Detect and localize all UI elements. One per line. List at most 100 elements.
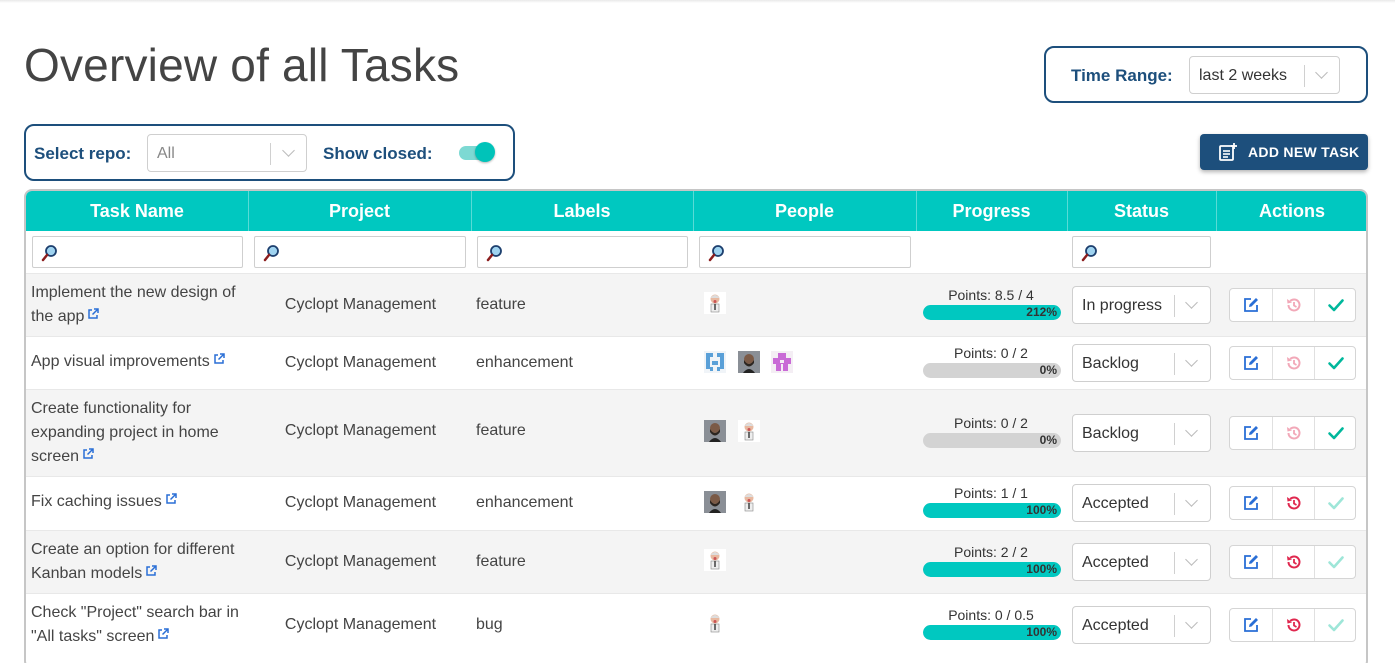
revert-task-button[interactable] <box>1272 417 1314 449</box>
accept-task-button[interactable] <box>1314 417 1356 449</box>
edit-icon <box>1244 496 1258 510</box>
progress-cell: Points: 0 / 2 0% <box>921 345 1061 381</box>
edit-task-button[interactable] <box>1230 289 1272 321</box>
check-icon <box>1328 497 1344 510</box>
actions-group <box>1229 416 1356 450</box>
status-select[interactable]: Accepted <box>1072 606 1211 644</box>
task-name[interactable]: Implement the new design of the app <box>31 284 236 325</box>
external-link-icon[interactable] <box>82 448 94 460</box>
progress-percent: 100% <box>1026 503 1057 517</box>
chevron-down-icon <box>1185 424 1198 437</box>
progress-cell: Points: 0 / 2 0% <box>921 415 1061 451</box>
edit-icon <box>1244 356 1258 370</box>
actions-group <box>1229 486 1356 520</box>
repo-select-label: Select repo: <box>34 144 132 163</box>
project-cell: Cyclopt Management <box>284 354 437 371</box>
progress-cell: Points: 2 / 2 100% <box>921 544 1061 580</box>
revert-task-button[interactable] <box>1272 546 1314 578</box>
chevron-down-icon <box>1185 553 1198 566</box>
history-revert-icon <box>1287 618 1301 632</box>
edit-task-button[interactable] <box>1230 487 1272 519</box>
history-revert-icon <box>1287 356 1301 370</box>
header-people[interactable]: People <box>693 191 916 231</box>
revert-task-button[interactable] <box>1272 487 1314 519</box>
header-task-name[interactable]: Task Name <box>26 191 248 231</box>
search-icon <box>41 245 57 262</box>
revert-task-button[interactable] <box>1272 609 1314 641</box>
task-name[interactable]: Create functionality for expanding proje… <box>31 400 219 465</box>
table-header: Task Name Project Labels People Progress… <box>26 191 1366 231</box>
status-search-input[interactable] <box>1072 236 1211 268</box>
external-link-icon[interactable] <box>157 628 170 640</box>
task-name-cell: App visual improvements <box>31 350 246 374</box>
edit-task-button[interactable] <box>1230 417 1272 449</box>
external-link-icon[interactable] <box>213 353 225 365</box>
edit-task-button[interactable] <box>1230 347 1272 379</box>
accept-task-button[interactable] <box>1314 609 1356 641</box>
task-name-search-input[interactable] <box>32 236 243 268</box>
people-cell <box>704 274 904 337</box>
header-progress[interactable]: Progress <box>916 191 1067 231</box>
label-cell: enhancement <box>476 354 573 371</box>
revert-task-button[interactable] <box>1272 289 1314 321</box>
avatar-bearded-man <box>704 420 726 442</box>
status-select[interactable]: Backlog <box>1072 344 1211 382</box>
revert-task-button[interactable] <box>1272 347 1314 379</box>
select-separator <box>1174 493 1175 515</box>
select-separator <box>270 143 271 165</box>
add-new-task-button[interactable]: ADD NEW TASK <box>1200 134 1368 170</box>
status-select[interactable]: Backlog <box>1072 414 1211 452</box>
task-name[interactable]: Check "Project" search bar in "All tasks… <box>31 604 239 645</box>
select-separator <box>1174 423 1175 445</box>
project-cell: Cyclopt Management <box>284 553 437 570</box>
accept-task-button[interactable] <box>1314 289 1356 321</box>
header-labels[interactable]: Labels <box>471 191 693 231</box>
progress-bar: 0% <box>923 363 1061 378</box>
edit-task-button[interactable] <box>1230 609 1272 641</box>
label-cell: bug <box>476 616 503 633</box>
page-title: Overview of all Tasks <box>24 39 460 91</box>
label-cell: feature <box>476 553 526 570</box>
status-select[interactable]: In progress <box>1072 286 1211 324</box>
external-link-icon[interactable] <box>87 308 100 320</box>
search-icon <box>486 245 502 262</box>
check-icon <box>1328 619 1344 632</box>
status-select[interactable]: Accepted <box>1072 484 1211 522</box>
project-search-input[interactable] <box>254 236 466 268</box>
avatar-bearded-man <box>738 351 760 373</box>
task-name[interactable]: App visual improvements <box>31 353 210 370</box>
labels-search-input[interactable] <box>477 236 688 268</box>
accept-task-button[interactable] <box>1314 487 1356 519</box>
progress-cell: Points: 0 / 0.5 100% <box>921 607 1061 643</box>
label-cell: enhancement <box>476 494 573 511</box>
show-closed-toggle[interactable] <box>459 142 495 162</box>
points-text: Points: 0 / 2 <box>954 415 1028 431</box>
header-status[interactable]: Status <box>1067 191 1216 231</box>
points-text: Points: 2 / 2 <box>954 544 1028 560</box>
avatar-bearded-man <box>704 491 726 513</box>
task-name[interactable]: Fix caching issues <box>31 493 162 510</box>
accept-task-button[interactable] <box>1314 347 1356 379</box>
toggle-knob <box>475 142 495 162</box>
select-separator <box>1174 552 1175 574</box>
status-select[interactable]: Accepted <box>1072 543 1211 581</box>
time-range-label: Time Range: <box>1071 66 1173 85</box>
external-link-icon[interactable] <box>165 493 177 505</box>
top-shadow <box>0 0 1395 3</box>
repo-select[interactable]: All <box>147 134 307 172</box>
task-name[interactable]: Create an option for different Kanban mo… <box>31 541 234 582</box>
table-row: Create functionality for expanding proje… <box>26 389 1366 476</box>
task-name-cell: Implement the new design of the app <box>31 281 246 329</box>
progress-bar: 100% <box>923 625 1061 640</box>
accept-task-button[interactable] <box>1314 546 1356 578</box>
time-range-select[interactable]: last 2 weeks <box>1189 56 1340 94</box>
chevron-down-icon <box>282 144 295 157</box>
people-search-input[interactable] <box>699 236 911 268</box>
header-project[interactable]: Project <box>248 191 471 231</box>
chevron-down-icon <box>1185 616 1198 629</box>
search-row <box>26 231 1366 273</box>
edit-task-button[interactable] <box>1230 546 1272 578</box>
people-cell <box>704 594 904 657</box>
avatar-pink-pattern <box>771 351 793 373</box>
external-link-icon[interactable] <box>145 565 157 577</box>
